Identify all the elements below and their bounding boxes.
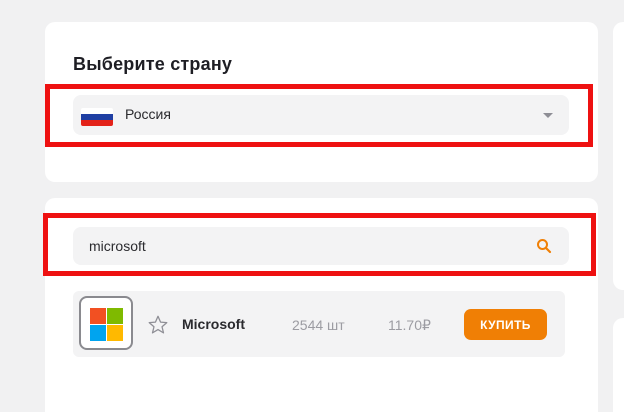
product-quantity: 2544 шт [292,317,345,333]
search-box [73,227,569,265]
side-panel [613,22,624,290]
search-input[interactable] [89,236,509,256]
search-icon[interactable] [535,237,553,255]
page: Выберите страну Россия Microsoft 2544 шт… [0,0,624,412]
chevron-down-icon[interactable] [543,113,553,118]
russia-flag-icon [81,108,113,126]
star-icon[interactable] [147,314,169,336]
country-select[interactable]: Россия [73,95,569,135]
list-item: Microsoft 2544 шт 11.70₽ КУПИТЬ [73,291,565,357]
side-panel [613,318,624,412]
microsoft-logo-icon [79,296,133,350]
product-price: 11.70₽ [388,317,431,333]
country-section-title: Выберите страну [73,54,233,74]
buy-button[interactable]: КУПИТЬ [464,309,547,340]
product-name: Microsoft [182,316,245,332]
selected-country-label: Россия [125,106,171,122]
